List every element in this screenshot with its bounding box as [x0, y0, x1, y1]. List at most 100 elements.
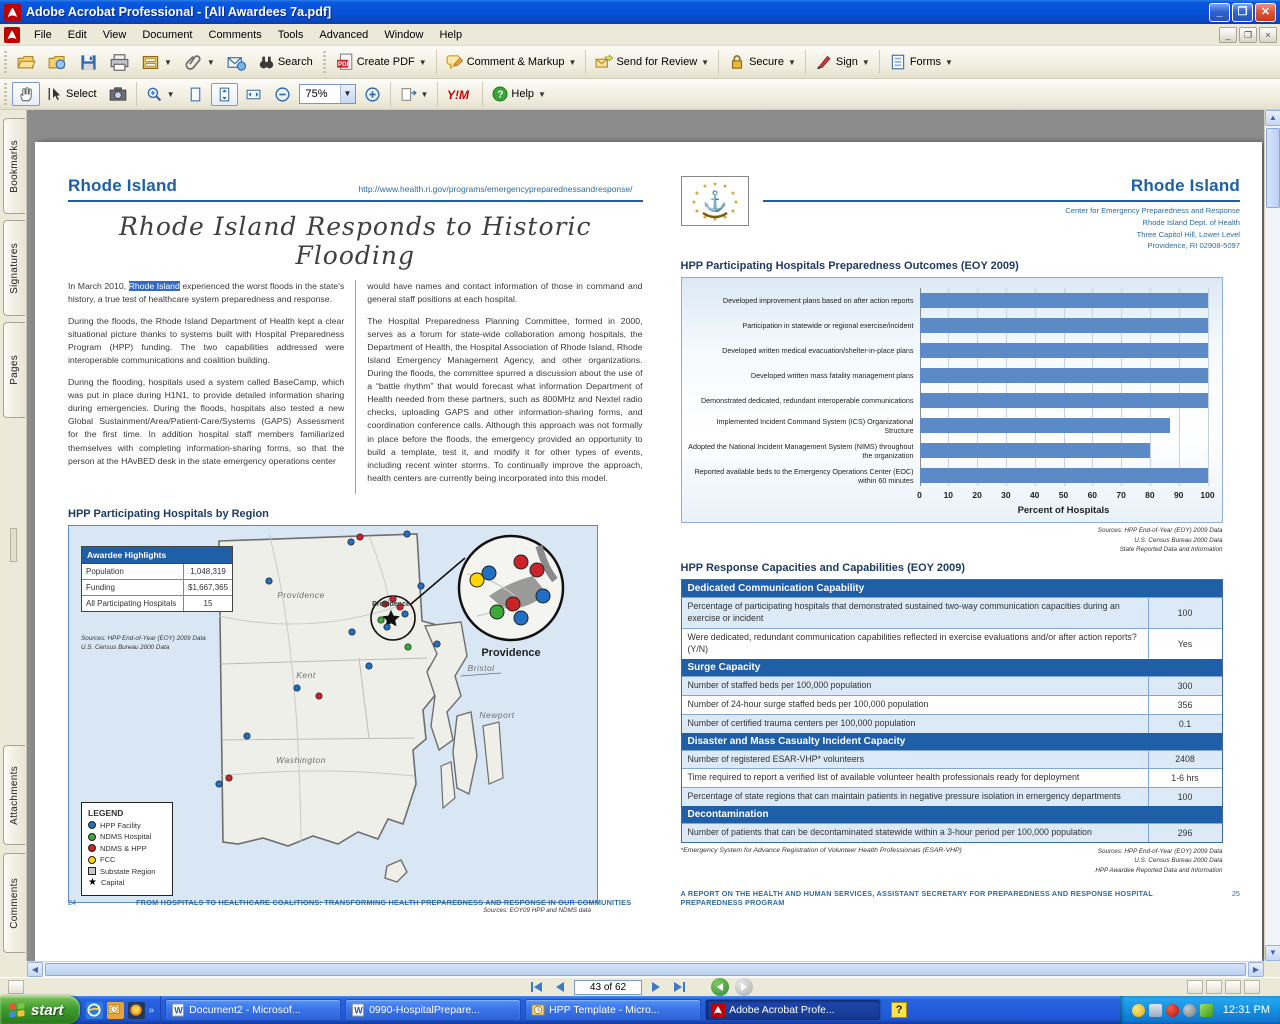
scroll-down-button[interactable]: ▼ [1265, 945, 1280, 961]
bristol-leader-line [461, 673, 501, 676]
horizontal-scroll-thumb[interactable] [45, 963, 1246, 976]
save-icon [79, 53, 98, 72]
open-button[interactable] [12, 50, 41, 75]
send-for-review-button[interactable]: Send for Review▼ [590, 50, 714, 74]
menu-item-edit[interactable]: Edit [60, 26, 95, 44]
previous-page-button[interactable] [552, 981, 568, 993]
taskbar-item-word[interactable]: WDocument2 - Microsof... [165, 999, 341, 1021]
ie-quicklaunch-icon[interactable] [86, 1002, 103, 1019]
next-page-button[interactable] [648, 981, 664, 993]
footer-text: FROM HOSPITALS TO HEALTHCARE COALITIONS:… [136, 898, 631, 907]
save-button[interactable] [74, 50, 103, 75]
comment-markup-button[interactable]: Comment & Markup▼ [441, 50, 582, 74]
page-indicator[interactable]: 43 of 62 [574, 980, 642, 995]
create-pdf-button[interactable]: PDFCreate PDF▼ [331, 50, 432, 74]
first-page-button[interactable] [527, 981, 546, 993]
chart-bar [920, 468, 1208, 483]
actual-size-button[interactable] [182, 83, 209, 106]
organizer-button[interactable]: ▼ [136, 50, 177, 75]
snapshot-button[interactable] [104, 82, 132, 106]
zoom-dropdown-arrow[interactable]: ▼ [340, 85, 355, 103]
display-tray-icon[interactable] [1149, 1004, 1162, 1017]
yahoo-messenger-button[interactable]: Y!M [442, 84, 478, 105]
help-button[interactable]: ? Help ▼ [487, 83, 551, 105]
single-page-view-button[interactable] [1187, 980, 1203, 994]
restore-button[interactable]: ❐ [1232, 3, 1253, 22]
secure-button[interactable]: Secure▼ [723, 50, 801, 74]
acrobat-icon [711, 1003, 725, 1017]
bookshelf-button[interactable] [43, 50, 72, 75]
toolbar-grip[interactable] [2, 83, 9, 105]
sidebar-tab-attachments[interactable]: Attachments [3, 745, 25, 845]
firefox-quicklaunch-icon[interactable] [128, 1002, 145, 1019]
menu-item-advanced[interactable]: Advanced [311, 26, 376, 44]
document-area: Rhode Island http://www.health.ri.gov/pr… [27, 110, 1264, 961]
capacity-row: Number of registered ESAR-VHP* volunteer… [682, 750, 1222, 769]
sidebar-tab-pages[interactable]: Pages [3, 322, 25, 418]
scroll-up-button[interactable]: ▲ [1265, 110, 1280, 126]
updates-tray-icon[interactable] [1200, 1004, 1213, 1017]
minimize-button[interactable]: _ [1209, 3, 1230, 22]
facing-view-button[interactable] [1225, 980, 1241, 994]
horizontal-scrollbar[interactable]: ◀ ▶ [27, 961, 1264, 977]
scroll-right-button[interactable]: ▶ [1248, 962, 1264, 977]
forms-button[interactable]: Forms▼ [884, 50, 958, 74]
volume-tray-icon[interactable] [1183, 1004, 1196, 1017]
quicklaunch-overflow-chevron[interactable]: » [149, 1005, 155, 1016]
taskbar-item-word[interactable]: W0990-HospitalPrepare... [345, 999, 521, 1021]
scroll-left-button[interactable]: ◀ [27, 962, 43, 977]
start-button[interactable]: start [0, 996, 80, 1024]
zoom-level-combo[interactable]: 75% ▼ [299, 84, 356, 104]
menu-item-file[interactable]: File [26, 26, 60, 44]
sidebar-tab-signatures[interactable]: Signatures [3, 220, 25, 316]
update-question-icon[interactable]: ? [891, 1002, 907, 1018]
next-view-button[interactable] [735, 978, 753, 996]
fit-page-button[interactable] [211, 83, 238, 106]
continuous-facing-view-button[interactable] [1244, 980, 1260, 994]
sidebar-tab-bookmarks[interactable]: Bookmarks [3, 118, 25, 214]
search-button[interactable]: Search [253, 51, 318, 74]
toolbar-grip[interactable] [2, 51, 9, 73]
doc-restore-button[interactable]: ❐ [1239, 27, 1257, 43]
doc-close-button[interactable]: × [1259, 27, 1277, 43]
zoom-tool-button[interactable]: ▼ [141, 83, 180, 106]
toolbar-grip[interactable] [321, 51, 328, 73]
menu-item-comments[interactable]: Comments [201, 26, 270, 44]
zoom-out-button[interactable] [269, 83, 296, 106]
menu-item-tools[interactable]: Tools [270, 26, 312, 44]
help-icon: ? [492, 86, 508, 102]
menu-item-window[interactable]: Window [376, 26, 431, 44]
menu-item-document[interactable]: Document [134, 26, 200, 44]
taskbar-item-acrobat[interactable]: Adobe Acrobat Profe... [705, 999, 881, 1021]
article-paragraph: In March 2010, Rhode Island experienced … [68, 280, 344, 306]
sidebar-tab-comments[interactable]: Comments [3, 853, 25, 953]
taskbar-item-outlook[interactable]: HPP Template - Micro... [525, 999, 701, 1021]
select-tool-button[interactable]: Select [42, 83, 102, 105]
last-page-button[interactable] [670, 981, 689, 993]
chart-bar-row [920, 338, 1208, 363]
print-button[interactable] [105, 50, 134, 75]
doc-minimize-button[interactable]: _ [1219, 27, 1237, 43]
document-status-icon[interactable] [8, 980, 24, 994]
region-label-washington: Washington [276, 755, 326, 765]
hand-tool-button[interactable] [12, 82, 40, 106]
menu-item-view[interactable]: View [95, 26, 135, 44]
reminder-tray-icon[interactable] [1132, 1004, 1145, 1017]
panel-collapse-handle[interactable] [10, 528, 17, 562]
close-button[interactable]: ✕ [1255, 3, 1276, 22]
zoom-in-button[interactable] [359, 83, 386, 106]
vertical-scroll-thumb[interactable] [1266, 128, 1280, 208]
vertical-scrollbar[interactable]: ▲ ▼ [1264, 110, 1280, 961]
menu-item-help[interactable]: Help [431, 26, 470, 44]
chart-x-axis: 0102030405060708090100 [920, 490, 1208, 503]
previous-view-button[interactable] [711, 978, 729, 996]
acrobat-tray-icon[interactable] [1166, 1004, 1179, 1017]
page-spread: Rhode Island http://www.health.ri.gov/pr… [35, 142, 1262, 961]
page-display-button[interactable]: ▼ [395, 83, 434, 106]
fit-width-button[interactable] [240, 83, 267, 106]
attach-button[interactable]: ▼ [179, 50, 220, 75]
email-button[interactable] [222, 50, 251, 75]
sign-button[interactable]: Sign▼ [810, 50, 875, 74]
outlook-quicklaunch-icon[interactable] [107, 1002, 124, 1019]
continuous-view-button[interactable] [1206, 980, 1222, 994]
